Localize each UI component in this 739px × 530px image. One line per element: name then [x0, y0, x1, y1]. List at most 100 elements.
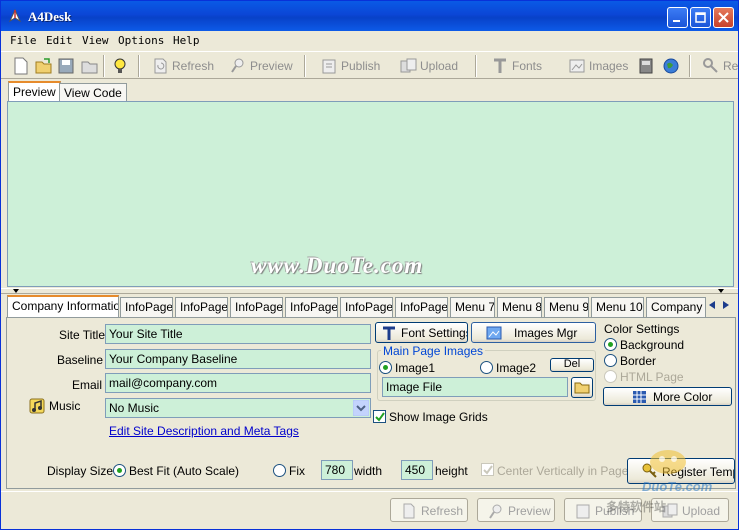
templates-icon — [639, 58, 653, 74]
image1-radio[interactable] — [379, 361, 392, 374]
width-label: width — [354, 464, 383, 478]
key-icon — [703, 58, 718, 73]
font-icon — [383, 326, 395, 340]
tab-preview[interactable]: Preview — [8, 81, 61, 101]
center-vertical-checkbox[interactable] — [481, 463, 494, 476]
watermark-domain: DuoTe.com — [642, 479, 713, 494]
height-field[interactable]: 450 — [401, 460, 433, 480]
minimize-button[interactable] — [667, 7, 688, 28]
best-fit-label: Best Fit (Auto Scale) — [129, 464, 240, 478]
tab-scroll-arrows — [705, 297, 737, 313]
show-grids-checkbox[interactable] — [373, 410, 386, 423]
tab-company-overflow[interactable]: Company I — [646, 297, 706, 317]
tab-menu-9[interactable]: Menu 9 — [544, 297, 589, 317]
image-file-field[interactable]: Image File — [382, 377, 568, 397]
width-field[interactable]: 780 — [321, 460, 353, 480]
toolbar: Refresh Preview Publish Upload Fonts Ima… — [1, 51, 738, 79]
background-radio[interactable] — [604, 338, 617, 351]
tab-menu-8[interactable]: Menu 8 — [497, 297, 542, 317]
site-title-label: Site Title — [59, 328, 106, 342]
window-title: A4Desk — [28, 9, 72, 24]
title-bar[interactable]: A4Desk — [1, 1, 738, 31]
publish-icon — [322, 59, 336, 74]
open-folder-icon — [574, 382, 590, 394]
html-page-radio[interactable] — [604, 370, 617, 383]
refresh-icon — [154, 58, 167, 74]
border-label: Border — [620, 354, 657, 368]
globe-icon — [663, 58, 679, 74]
preview-icon — [231, 58, 244, 73]
tab-view-code[interactable]: View Code — [59, 83, 127, 102]
refresh-icon — [403, 503, 415, 519]
menu-edit[interactable]: Edit — [46, 34, 73, 47]
del-button[interactable]: Del — [550, 358, 594, 372]
preview-icon — [489, 504, 502, 519]
baseline-field[interactable]: Your Company Baseline — [105, 349, 371, 369]
edit-meta-link[interactable]: Edit Site Description and Meta Tags — [109, 424, 299, 438]
email-label: Email — [72, 378, 103, 392]
border-radio[interactable] — [604, 354, 617, 367]
publish-icon — [576, 504, 590, 519]
footer-preview-button[interactable]: Preview — [477, 498, 555, 522]
menu-view[interactable]: View — [82, 34, 109, 47]
images-mgr-button[interactable]: Images Mgr — [471, 322, 596, 343]
menu-file[interactable]: File — [10, 34, 37, 47]
close-icon — [718, 12, 729, 23]
tab-scroll-right-icon[interactable] — [721, 300, 731, 310]
image2-radio[interactable] — [480, 361, 493, 374]
close-button[interactable] — [713, 7, 734, 28]
app-window: A4Desk File Edit View Options Help Refre… — [0, 0, 739, 530]
tab-infopage-1[interactable]: InfoPage — [120, 297, 173, 317]
image2-label: Image2 — [496, 361, 537, 375]
site-title-field[interactable]: Your Site Title — [105, 324, 371, 344]
best-fit-radio[interactable] — [113, 464, 126, 477]
splitter[interactable] — [1, 288, 738, 294]
color-settings-title: Color Settings — [604, 322, 680, 336]
save-icon — [58, 58, 74, 74]
display-size-label: Display Size — [47, 464, 114, 478]
music-select[interactable]: No Music — [105, 398, 371, 418]
watermark-text: www.DuoTe.com — [251, 253, 424, 278]
collapse-down-right-icon — [718, 289, 724, 293]
menu-bar: File Edit View Options Help — [1, 31, 738, 51]
tab-company-information[interactable]: Company Information — [7, 295, 119, 317]
font-icon — [494, 58, 506, 73]
tab-infopage-5[interactable]: InfoPage — [340, 297, 393, 317]
menu-options[interactable]: Options — [118, 34, 164, 47]
font-settings-button[interactable]: Font Settings — [375, 322, 468, 343]
html-page-label: HTML Page — [620, 370, 684, 384]
email-field[interactable]: mail@company.com — [105, 373, 371, 393]
show-grids-label: Show Image Grids — [389, 410, 488, 424]
image1-label: Image1 — [395, 361, 436, 375]
tab-infopage-4[interactable]: InfoPage — [285, 297, 338, 317]
tab-menu-10[interactable]: Menu 10 — [591, 297, 644, 317]
upload-icon — [400, 58, 417, 73]
open-folder-icon — [35, 58, 52, 74]
images-mgr-icon — [486, 326, 502, 340]
tab-infopage-2[interactable]: InfoPage — [175, 297, 228, 317]
lightbulb-icon — [114, 58, 126, 73]
maximize-icon — [695, 12, 706, 23]
tab-scroll-left-icon[interactable] — [707, 300, 717, 310]
tab-infopage-6[interactable]: InfoPage — [395, 297, 448, 317]
main-images-title: Main Page Images — [381, 344, 486, 358]
corner-watermark: DuoTe.com 多特软件站 — [606, 441, 738, 523]
more-color-button[interactable]: More Color — [603, 387, 732, 406]
menu-help[interactable]: Help — [173, 34, 200, 47]
fix-radio[interactable] — [273, 464, 286, 477]
app-icon — [8, 8, 22, 23]
collapse-down-icon — [13, 289, 19, 293]
chevron-down-icon[interactable] — [353, 400, 369, 416]
folder-icon — [81, 61, 98, 74]
footer-refresh-button[interactable]: Refresh — [390, 498, 468, 522]
baseline-label: Baseline — [57, 353, 104, 367]
height-label: height — [435, 464, 468, 478]
image-icon — [569, 59, 585, 73]
fix-label: Fix — [289, 464, 305, 478]
maximize-button[interactable] — [690, 7, 711, 28]
tab-menu-7[interactable]: Menu 7 — [450, 297, 495, 317]
tab-infopage-3[interactable]: InfoPage — [230, 297, 283, 317]
music-icon — [29, 398, 45, 414]
minimize-icon — [673, 20, 680, 22]
browse-image-button[interactable] — [571, 377, 593, 398]
